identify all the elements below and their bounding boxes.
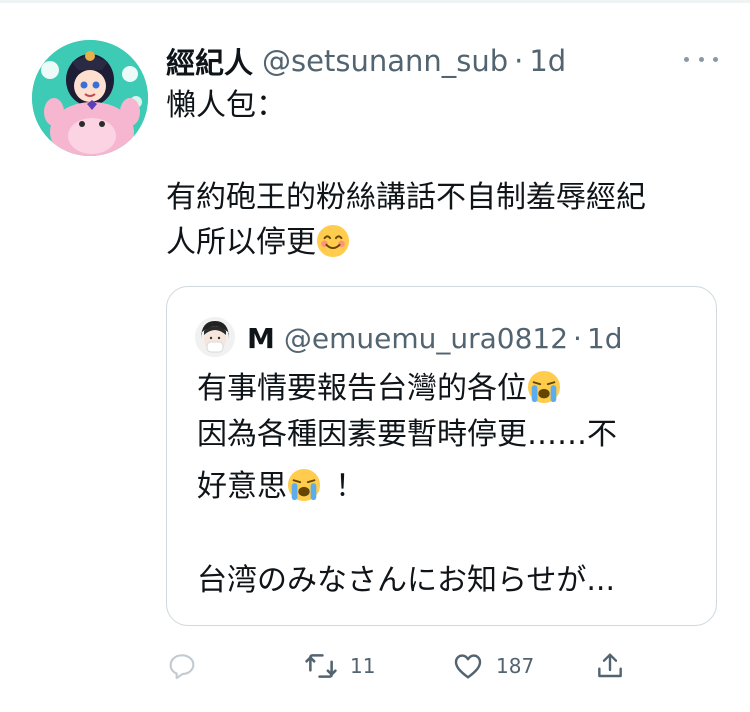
retweet-count: 11 [350, 654, 376, 678]
loudly-crying-face-emoji-icon [287, 468, 321, 502]
quoted-tweet-header: M @emuemu_ura0812 · 1d [247, 318, 623, 358]
tweet-text-line-3-wrap: 人所以停更 [166, 221, 350, 265]
retweet-button[interactable]: 11 [304, 644, 375, 688]
quoted-text-line-3-suffix: ！ [335, 469, 365, 504]
loudly-crying-face-emoji-icon [527, 370, 561, 404]
author-name[interactable]: 經紀人 [166, 40, 253, 82]
tweet-text-line-1: 懶人包： [166, 88, 286, 123]
quoted-separator-dot: · [573, 321, 582, 355]
quoted-text-line-1-wrap: 有事情要報告台灣的各位 [197, 367, 561, 411]
tweet-text-line-2: 有約砲王的粉絲講話不自制羞辱經紀 [166, 180, 646, 215]
tweet-text-line-3: 人所以停更 [166, 225, 316, 260]
quoted-author-handle[interactable]: @emuemu_ura0812 [284, 322, 568, 355]
more-dots-icon[interactable] [684, 46, 718, 72]
like-count: 187 [496, 654, 535, 678]
tweet-action-bar: 11 187 [0, 644, 750, 688]
quoted-text-line-2: 因為各種因素要暫時停更……不 [197, 417, 617, 452]
reply-icon [169, 654, 195, 680]
quoted-avatar-illustration [195, 317, 235, 357]
author-avatar[interactable] [32, 40, 148, 156]
author-handle[interactable]: @setsunann_sub [262, 44, 508, 78]
retweet-icon [305, 654, 337, 678]
top-divider [0, 0, 750, 3]
share-button[interactable] [594, 644, 626, 688]
reply-button[interactable] [166, 644, 210, 688]
tweet-header: 經紀人 @setsunann_sub · 1d [166, 40, 566, 82]
separator-dot: · [514, 44, 524, 78]
tweet-timestamp[interactable]: 1d [529, 44, 566, 78]
avatar-illustration [32, 40, 148, 156]
quoted-timestamp[interactable]: 1d [587, 322, 623, 355]
smiling-face-emoji-icon [316, 224, 350, 258]
quoted-text-line-1: 有事情要報告台灣的各位 [197, 371, 527, 406]
quoted-author-name[interactable]: M [247, 322, 275, 355]
like-icon [454, 654, 482, 679]
share-icon [598, 653, 622, 678]
quoted-author-avatar[interactable] [195, 317, 235, 357]
quoted-text-line-3-wrap: 好意思 ！ [197, 465, 365, 509]
quoted-tweet-card[interactable]: M @emuemu_ura0812 · 1d 有事情要報告台灣的各位 因為各種因… [166, 286, 717, 626]
quoted-text-line-4: 台湾のみなさんにお知らせが... [197, 563, 616, 598]
quoted-text-line-3: 好意思 [197, 469, 287, 504]
like-button[interactable]: 187 [452, 644, 534, 688]
